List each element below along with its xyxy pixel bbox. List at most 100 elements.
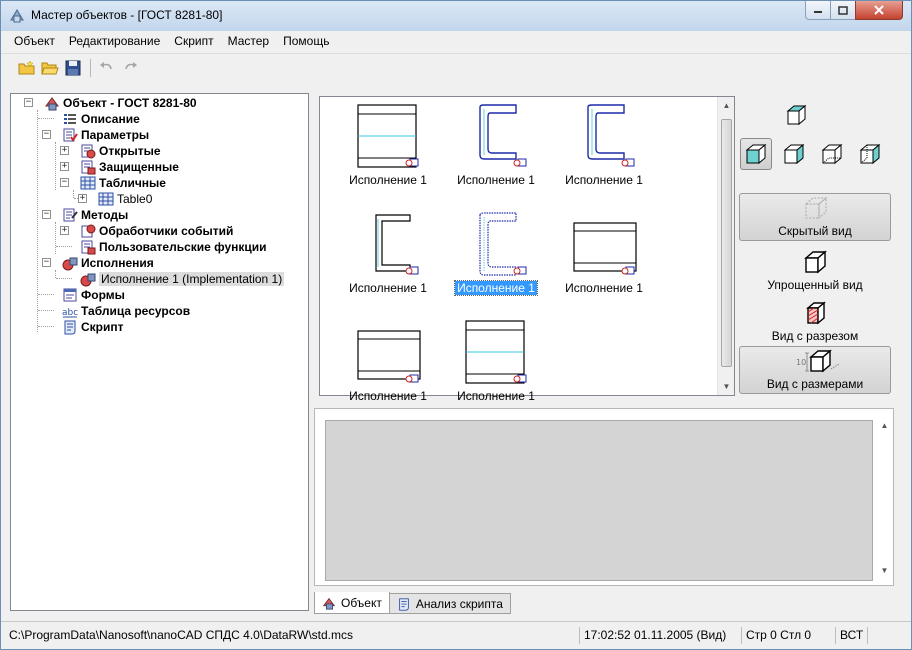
tree-node-resources[interactable]: abc Таблица ресурсов: [62, 303, 190, 319]
section-profile-icon: [465, 320, 527, 384]
event-handlers-icon: [81, 224, 96, 238]
section-profile-icon: [573, 222, 637, 275]
tree-expander[interactable]: −: [42, 258, 51, 267]
gallery-item[interactable]: Исполнение 1: [446, 209, 546, 296]
title-bar[interactable]: Мастер объектов - [ГОСТ 8281-80]: [1, 1, 911, 31]
tree-node-event-handlers[interactable]: Обработчики событий: [80, 223, 233, 239]
tree-line: [38, 294, 54, 295]
implementation-badge-icon: [621, 266, 635, 275]
tree-node-forms[interactable]: Формы: [62, 287, 125, 303]
tree-label: Скрипт: [81, 320, 124, 334]
view-left-button[interactable]: [816, 138, 848, 170]
scroll-thumb[interactable]: [721, 119, 732, 367]
tree-expander[interactable]: −: [42, 210, 51, 219]
resources-icon: abc: [62, 308, 78, 318]
tree-node-methods[interactable]: Методы: [62, 207, 128, 223]
tree-line: [55, 222, 56, 254]
tree-expander[interactable]: +: [60, 226, 69, 235]
gallery-caption: Исполнение 1: [454, 280, 538, 296]
window-title: Мастер объектов - [ГОСТ 8281-80]: [31, 8, 223, 22]
tree-node-implementation-1[interactable]: Исполнение 1 (Implementation 1): [80, 271, 285, 287]
menu-help[interactable]: Помощь: [276, 31, 336, 51]
tree-node-object[interactable]: Объект - ГОСТ 8281-80: [44, 95, 197, 111]
menu-edit[interactable]: Редактирование: [62, 31, 167, 51]
section-profile-icon: [357, 330, 421, 383]
object-tree[interactable]: − − + + − + − + − Объект - ГОСТ 8281-80 …: [10, 93, 309, 611]
implementation-gallery[interactable]: Исполнение 1 Исполнение 1 Исполнение 1 Испо…: [319, 96, 735, 403]
close-button[interactable]: [855, 1, 903, 20]
tree-expander[interactable]: −: [24, 98, 33, 107]
tree-node-user-functions[interactable]: Пользовательские функции: [80, 239, 267, 255]
gallery-scrollbar[interactable]: ▲ ▼: [717, 97, 734, 395]
tree-expander[interactable]: −: [42, 130, 51, 139]
tab-object[interactable]: Объект: [314, 592, 390, 614]
tree-node-open-params[interactable]: Открытые: [80, 143, 161, 159]
gallery-item[interactable]: Исполнение 1: [338, 317, 438, 403]
view-front-button[interactable]: [740, 138, 772, 170]
gallery-item[interactable]: Исполнение 1: [554, 101, 654, 187]
implementation-badge-icon: [405, 266, 419, 275]
view-mode-panel: Скрытый вид Упрощенный вид Вид с разрезо…: [735, 96, 895, 396]
menu-object[interactable]: Объект: [7, 31, 62, 51]
save-button[interactable]: [63, 58, 83, 78]
menu-wizard[interactable]: Мастер: [221, 31, 277, 51]
preview-panel[interactable]: ▲ ▼: [314, 408, 894, 586]
gallery-item[interactable]: Исполнение 1: [554, 209, 654, 295]
tree-line: [55, 270, 56, 278]
tree-node-description[interactable]: Описание: [62, 111, 140, 127]
undo-icon: [100, 61, 112, 69]
tree-label: Table0: [117, 192, 153, 206]
maximize-button[interactable]: [830, 1, 856, 20]
scroll-up-icon[interactable]: ▲: [718, 97, 735, 114]
tree-node-script[interactable]: Скрипт: [62, 319, 124, 335]
tree-label: Табличные: [99, 176, 166, 190]
redo-button[interactable]: [120, 58, 140, 78]
tree-node-implementations[interactable]: Исполнения: [62, 255, 154, 271]
scroll-down-icon[interactable]: ▼: [718, 378, 735, 395]
open-button[interactable]: [40, 58, 60, 78]
tree-expander[interactable]: +: [60, 146, 69, 155]
undo-button[interactable]: [97, 58, 117, 78]
scroll-up-icon[interactable]: ▲: [876, 417, 893, 434]
view-top-button[interactable]: [779, 100, 811, 132]
forms-icon: [63, 288, 77, 302]
table-icon: [98, 192, 114, 206]
protected-params-icon: [81, 160, 96, 175]
new-object-button[interactable]: [17, 58, 37, 78]
list-icon: [64, 114, 76, 124]
object-icon: [45, 97, 59, 111]
tree-label: Исполнения: [81, 256, 154, 270]
view-back-button[interactable]: [854, 138, 886, 170]
gallery-caption: Исполнение 1: [349, 281, 427, 295]
gallery-item[interactable]: Исполнение 1: [446, 101, 546, 187]
tree-expander[interactable]: +: [60, 162, 69, 171]
cube-back-icon: [859, 143, 881, 165]
menu-script[interactable]: Скрипт: [167, 31, 220, 51]
tree-label: Формы: [81, 288, 125, 302]
tab-script-analysis[interactable]: Анализ скрипта: [388, 593, 511, 614]
tree-node-table0[interactable]: Table0: [98, 191, 152, 207]
view-right-button[interactable]: [778, 138, 810, 170]
tree-node-parameters[interactable]: Параметры: [62, 127, 149, 143]
save-icon: [65, 60, 81, 75]
implementation-badge-icon: [405, 158, 419, 167]
preview-scrollbar[interactable]: ▲ ▼: [876, 409, 893, 585]
gallery-item[interactable]: Исполнение 1: [446, 317, 546, 403]
cube-right-icon: [783, 143, 805, 165]
tree-node-protected-params[interactable]: Защищенные: [80, 159, 179, 175]
close-icon: [874, 5, 884, 15]
section-view-button[interactable]: Вид с разрезом: [739, 297, 891, 345]
simplified-view-button[interactable]: Упрощенный вид: [739, 246, 891, 294]
gallery-item[interactable]: Исполнение 1: [338, 209, 438, 295]
tree-label: Открытые: [99, 144, 161, 158]
hidden-view-button[interactable]: Скрытый вид: [739, 193, 891, 241]
minimize-button[interactable]: [805, 1, 831, 20]
tree-expander[interactable]: −: [60, 178, 69, 187]
cube-front-icon: [745, 143, 767, 165]
tree-expander[interactable]: +: [78, 194, 87, 203]
tree-node-table-params[interactable]: Табличные: [80, 175, 166, 191]
user-functions-icon: [81, 240, 96, 255]
dimensions-view-button[interactable]: 10 Вид с размерами: [739, 346, 891, 394]
scroll-down-icon[interactable]: ▼: [876, 562, 893, 579]
gallery-item[interactable]: Исполнение 1: [338, 101, 438, 187]
